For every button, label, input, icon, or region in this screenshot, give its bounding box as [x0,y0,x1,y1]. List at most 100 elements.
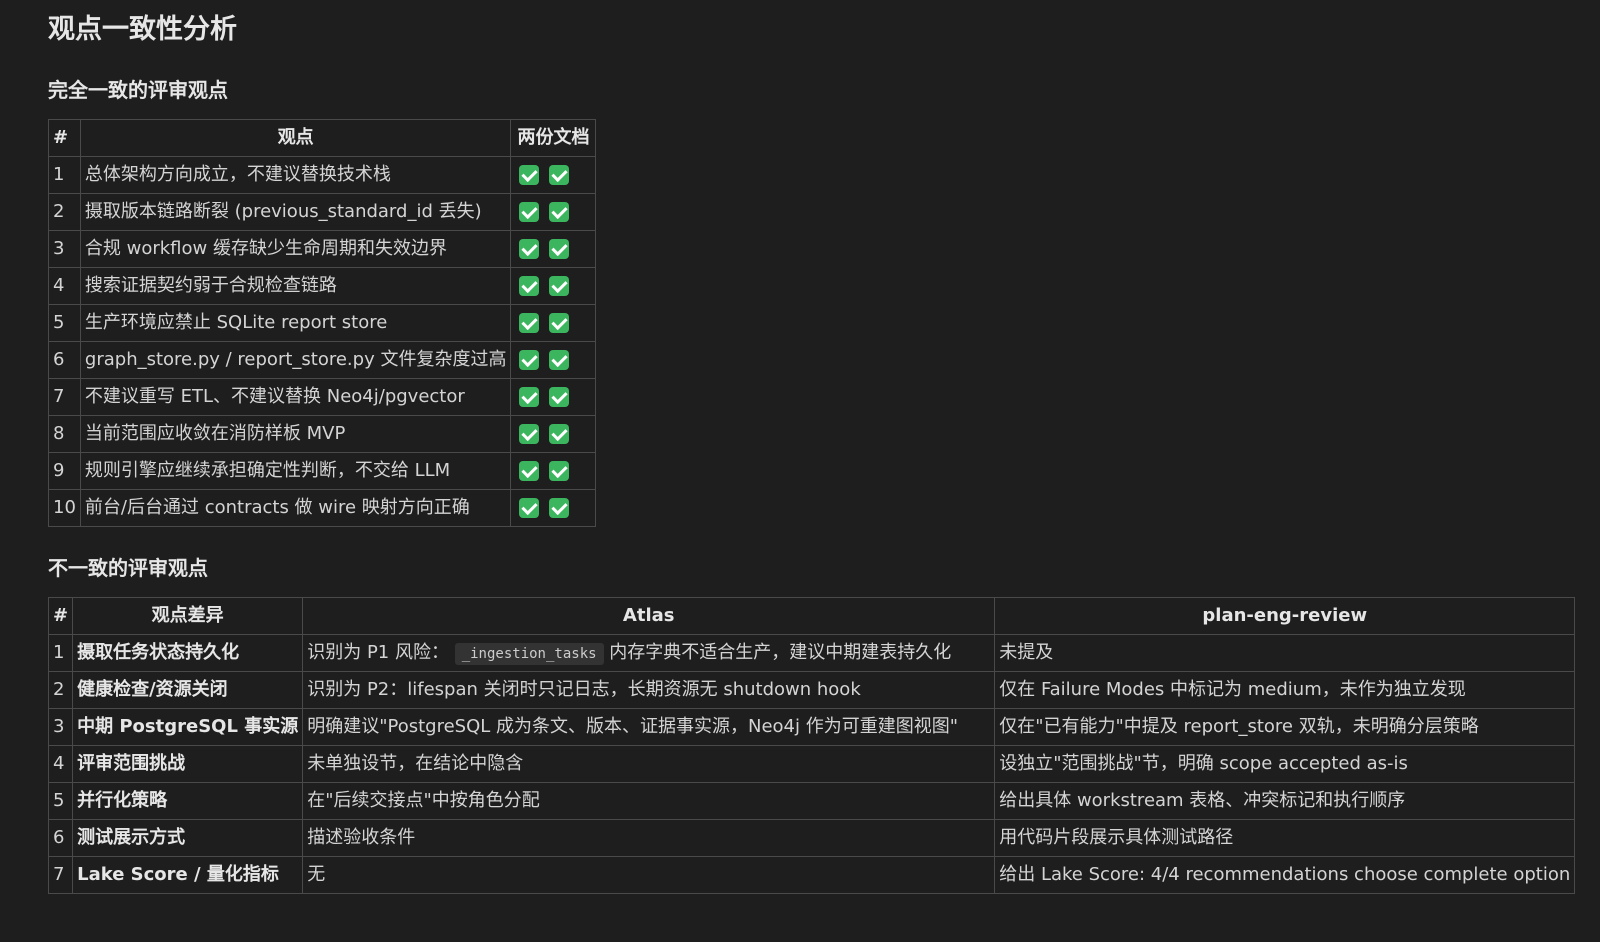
diff-title: 测试展示方式 [72,819,304,857]
check-mark-icon [519,424,540,444]
diff-title: 中期 PostgreSQL 事实源 [72,708,304,746]
row-number: 6 [47,819,74,857]
table-row: 8 当前范围应收敛在消防样板 MVP [48,415,597,453]
point-text: 当前范围应收敛在消防样板 MVP [79,415,512,453]
atlas-text: 识别为 P1 风险： [307,642,449,663]
check-mark-icon [549,424,570,444]
table-row: 1 摄取任务状态持久化 识别为 P1 风险： _ingestion_tasks 内存… [47,634,1576,672]
both-docs-cell [510,304,597,342]
check-mark-icon [549,276,570,296]
check-mark-icon [519,165,540,185]
row-number: 5 [47,782,74,820]
col-both-header: 两份文档 [510,119,597,157]
row-number: 6 [48,341,81,379]
review-cell: 设独立"范围挑战"节，明确 scope accepted as-is [994,745,1576,783]
check-mark-icon [519,276,540,296]
both-docs-cell [510,341,597,379]
col-point-header: 观点 [79,119,512,157]
point-text: 生产环境应禁止 SQLite report store [79,304,512,342]
row-number: 7 [48,378,81,416]
point-text: graph_store.py / report_store.py 文件复杂度过高 [79,341,512,379]
diff-title: Lake Score / 量化指标 [72,856,304,894]
point-text: 合规 workflow 缓存缺少生命周期和失效边界 [79,230,512,268]
row-number: 1 [48,156,81,194]
table-row: 1 总体架构方向成立，不建议替换技术栈 [48,156,597,194]
document-page: 观点一致性分析 完全一致的评审观点 # 观点 两份文档 1 总体架构方向成立，不建… [0,0,1600,894]
table-row: 6 graph_store.py / report_store.py 文件复杂度过… [48,341,597,379]
both-docs-cell [510,378,597,416]
check-mark-icon [519,350,540,370]
check-mark-icon [549,387,570,407]
check-mark-icon [519,202,540,222]
row-number: 4 [47,745,74,783]
both-docs-cell [510,489,597,527]
row-number: 3 [48,230,81,268]
col-num-header: # [48,119,81,157]
table-row: 5 生产环境应禁止 SQLite report store [48,304,597,342]
diff-title: 健康检查/资源关闭 [72,671,304,709]
check-mark-icon [549,202,570,222]
col-num-header: # [47,597,74,635]
diff-title: 评审范围挑战 [72,745,304,783]
atlas-text: 内存字典不适合生产，建议中期建表持久化 [609,642,952,663]
table-row: 7 Lake Score / 量化指标无给出 Lake Score: 4/4 re… [47,856,1576,894]
table-row: 6 测试展示方式 描述验收条件 用代码片段展示具体测试路径 [47,819,1576,857]
atlas-cell: 明确建议"PostgreSQL 成为条文、版本、证据事实源，Neo4j 作为可重… [302,708,996,746]
row-number: 2 [47,671,74,709]
review-cell: 用代码片段展示具体测试路径 [994,819,1576,857]
consistent-table: # 观点 两份文档 1 总体架构方向成立，不建议替换技术栈 2 摄取版本链路断裂 (p… [48,119,597,527]
row-number: 2 [48,193,81,231]
table-row: 4 评审范围挑战 未单独设节，在结论中隐含 设独立"范围挑战"节，明确 scope a… [47,745,1576,783]
both-docs-cell [510,156,597,194]
row-number: 9 [48,452,81,490]
atlas-cell: 在"后续交接点"中按角色分配 [302,782,996,820]
row-number: 8 [48,415,81,453]
both-docs-cell [510,267,597,305]
both-docs-cell [510,415,597,453]
atlas-cell: 未单独设节，在结论中隐含 [302,745,996,783]
check-mark-icon [519,387,540,407]
atlas-cell: 识别为 P2：lifespan 关闭时只记日志，长期资源无 shutdown h… [302,671,996,709]
check-mark-icon [549,498,570,518]
both-docs-cell [510,193,597,231]
table-row: 3 合规 workflow 缓存缺少生命周期和失效边界 [48,230,597,268]
table-row: 4 搜索证据契约弱于合规检查链路 [48,267,597,305]
point-text: 总体架构方向成立，不建议替换技术栈 [79,156,512,194]
check-mark-icon [549,461,570,481]
row-number: 5 [48,304,81,342]
table-row: 2 健康检查/资源关闭 识别为 P2：lifespan 关闭时只记日志，长期资源无 … [47,671,1576,709]
table-row: 3 中期 PostgreSQL 事实源 明确建议"PostgreSQL 成为条文、版… [47,708,1576,746]
review-cell: 仅在 Failure Modes 中标记为 medium，未作为独立发现 [994,671,1576,709]
review-cell: 给出具体 workstream 表格、冲突标记和执行顺序 [994,782,1576,820]
row-number: 3 [47,708,74,746]
row-number: 4 [48,267,81,305]
table-row: 9 规则引擎应继续承担确定性判断，不交给 LLM [48,452,597,490]
col-atlas-header: Atlas [302,597,996,635]
table-row: 2 摄取版本链路断裂 (previous_standard_id 丢失) [48,193,597,231]
check-mark-icon [549,350,570,370]
check-mark-icon [549,239,570,259]
atlas-cell: 识别为 P1 风险： _ingestion_tasks 内存字典不适合生产，建议… [302,634,996,672]
consistent-heading: 完全一致的评审观点 [48,78,228,102]
inconsistent-heading: 不一致的评审观点 [48,556,208,580]
point-text: 摄取版本链路断裂 (previous_standard_id 丢失) [79,193,512,231]
row-number: 1 [47,634,74,672]
atlas-cell: 描述验收条件 [302,819,996,857]
both-docs-cell [510,230,597,268]
check-mark-icon [549,165,570,185]
point-text: 规则引擎应继续承担确定性判断，不交给 LLM [79,452,512,490]
table-row: 5 并行化策略 在"后续交接点"中按角色分配 给出具体 workstream 表格、冲… [47,782,1576,820]
both-docs-cell [510,452,597,490]
point-text: 前台/后台通过 contracts 做 wire 映射方向正确 [79,489,512,527]
row-number: 7 [47,856,74,894]
review-cell: 未提及 [994,634,1576,672]
check-mark-icon [549,313,570,333]
review-cell: 仅在"已有能力"中提及 report_store 双轨，未明确分层策略 [994,708,1576,746]
page-title: 观点一致性分析 [48,14,237,45]
table-row: 10 前台/后台通过 contracts 做 wire 映射方向正确 [48,489,597,527]
col-diff-header: 观点差异 [72,597,304,635]
point-text: 搜索证据契约弱于合规检查链路 [79,267,512,305]
col-review-header: plan-eng-review [994,597,1576,635]
table-row: 7 不建议重写 ETL、不建议替换 Neo4j/pgvector [48,378,597,416]
review-cell: 给出 Lake Score: 4/4 recommendations choos… [994,856,1576,894]
